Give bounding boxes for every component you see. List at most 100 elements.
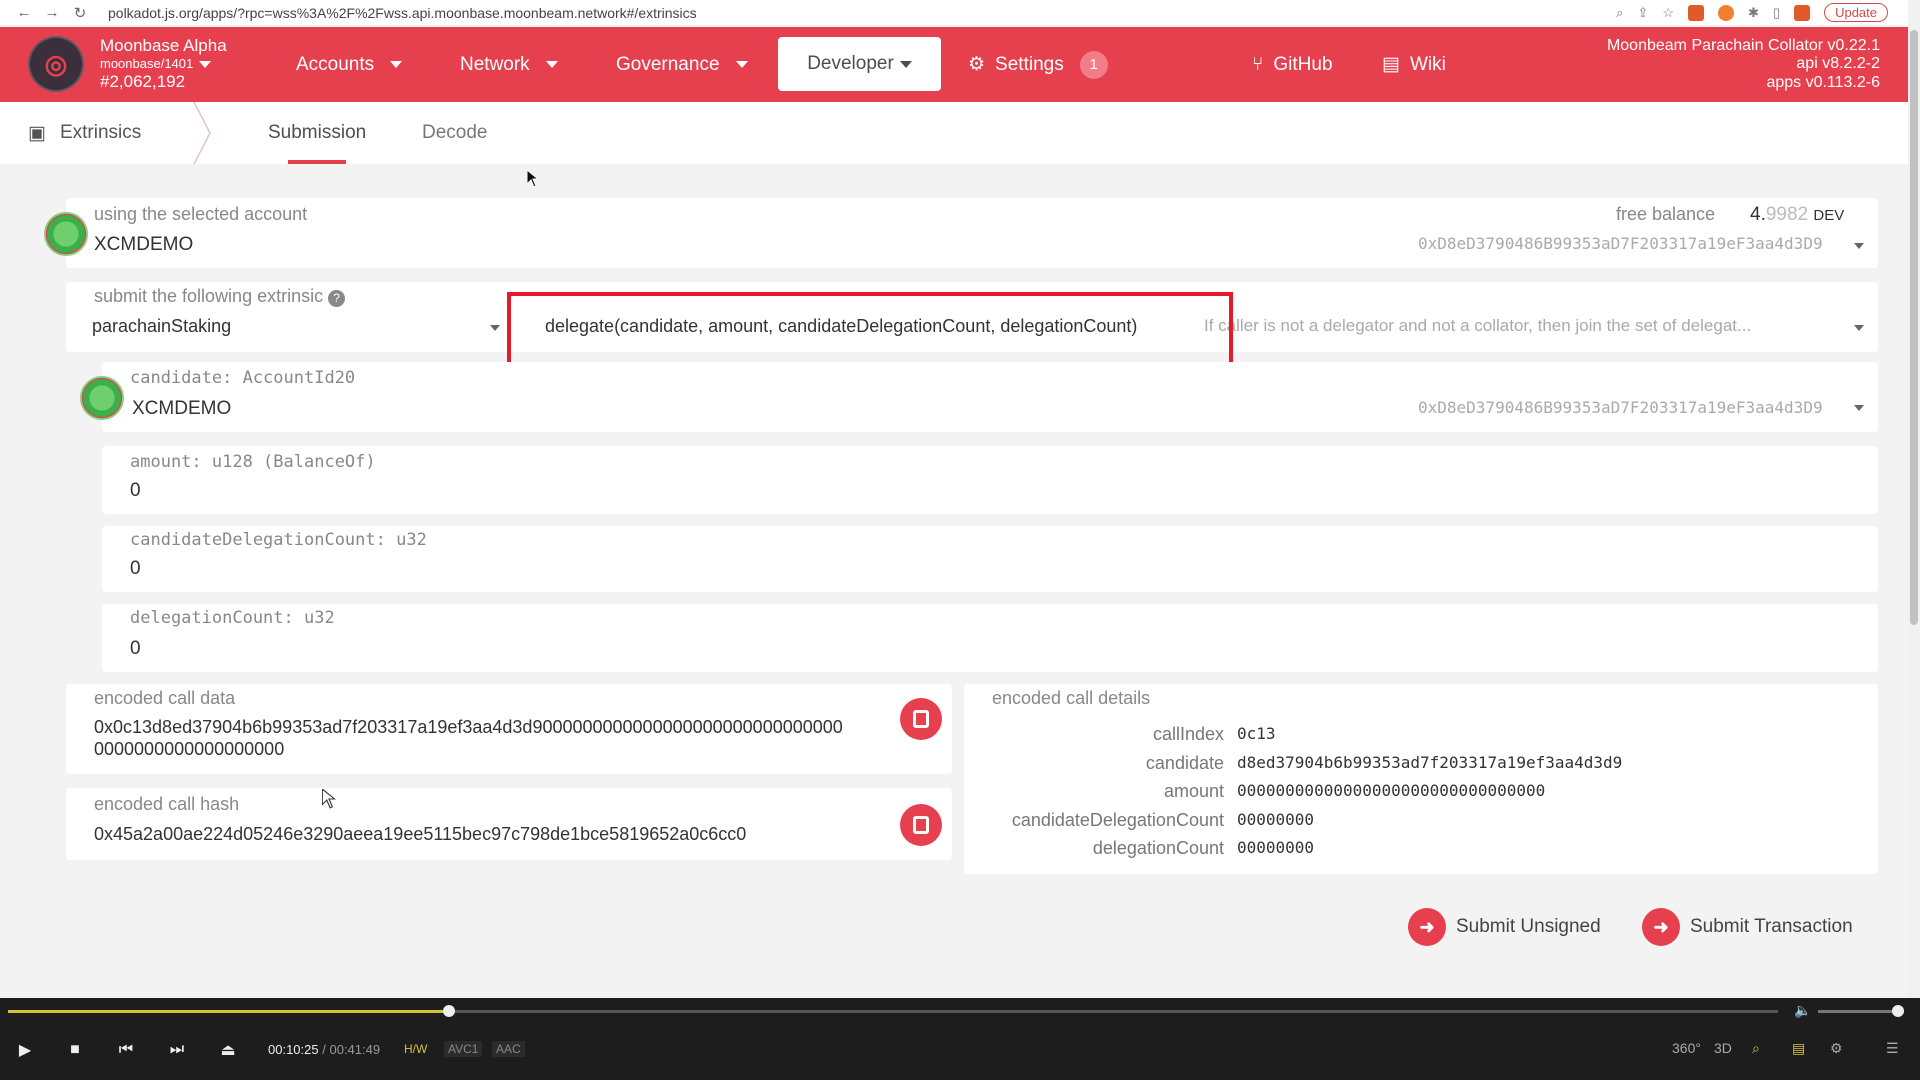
param-candidate-delegation-count[interactable]: candidateDelegationCount: u32 0 [102, 526, 1878, 592]
menu-wiki-label: Wiki [1409, 53, 1446, 75]
update-button[interactable]: Update [1824, 3, 1888, 22]
vr-360-icon[interactable]: 360° [1672, 1040, 1701, 1056]
param-delegation-count[interactable]: delegationCount: u32 0 [102, 604, 1878, 672]
chain-logo[interactable]: ◎ [28, 36, 84, 92]
call-hash-value: 0x45a2a00ae224d05246e3290aeea19ee5115bec… [94, 824, 747, 844]
book-icon: ▤ [1382, 54, 1400, 75]
seek-handle[interactable] [442, 1005, 455, 1017]
menu-network-label: Network [460, 53, 530, 75]
search-subtitle-icon[interactable]: ⌕ [1752, 1040, 1760, 1057]
chevron-down-icon [735, 61, 748, 68]
3d-icon[interactable]: 3D [1714, 1040, 1732, 1056]
page-scrollbar[interactable] [1908, 0, 1920, 998]
cdc-label: candidateDelegationCount: u32 [130, 530, 427, 550]
dc-input[interactable]: 0 [130, 638, 141, 660]
balance-integer: 4. [1750, 204, 1766, 225]
copy-call-data-button[interactable] [900, 698, 942, 740]
stop-icon[interactable]: ■ [60, 1038, 90, 1062]
time-total: 00:41:49 [329, 1042, 381, 1057]
scrollbar-thumb[interactable] [1910, 30, 1918, 625]
chevron-down-icon[interactable] [1854, 405, 1864, 411]
menu-settings-label: Settings [995, 53, 1064, 75]
call-data-line-1: 0x0c13d8ed37904b6b99353ad7f203317a19ef3a… [94, 717, 843, 737]
tab-decode[interactable]: Decode [422, 102, 488, 164]
copy-call-hash-button[interactable] [900, 804, 942, 846]
account-identicon [44, 212, 88, 256]
menu-governance-label: Governance [616, 53, 720, 75]
extrinsics-icon: ▣ [28, 122, 46, 144]
address-bar[interactable]: polkadot.js.org/apps/?rpc=wss%3A%2F%2Fws… [108, 5, 697, 21]
chain-spec: moonbase/1401 [100, 56, 194, 72]
menu-network[interactable]: Network [460, 27, 558, 102]
settings-gear-icon[interactable]: ⚙ [1830, 1040, 1843, 1057]
help-icon[interactable]: ? [328, 290, 346, 307]
sidebar-icon[interactable]: ▯ [1773, 5, 1780, 21]
extrinsic-label-text: submit the following extrinsic [94, 286, 324, 306]
profile-avatar[interactable] [1794, 4, 1811, 21]
param-candidate[interactable]: candidate: AccountId20 XCMDEMO 0xD8eD379… [80, 362, 1878, 432]
seek-progress [8, 1010, 449, 1013]
previous-icon[interactable]: ⏮ [111, 1038, 141, 1062]
amount-label: amount: u128 (BalanceOf) [130, 452, 376, 472]
media-player-bar: 🔈 ▶ ■ ⏮ ⏭ ⏏ 00:10:25 / 00:41:49 H/W AVC1… [0, 998, 1920, 1080]
volume-slider[interactable] [1818, 1005, 1904, 1017]
detail-key: delegationCount [1092, 838, 1224, 858]
menu-settings[interactable]: ⚙ Settings 1 [968, 27, 1108, 102]
sign-in-icon: ➜ [1408, 908, 1446, 946]
share-icon[interactable]: ⇪ [1637, 5, 1648, 21]
chain-selector[interactable]: Moonbase Alpha moonbase/1401 #2,062,192 [100, 36, 227, 92]
reload-icon[interactable]: ↻ [66, 4, 94, 22]
subtitles-icon[interactable]: ▤ [1792, 1040, 1805, 1057]
settings-badge: 1 [1079, 50, 1108, 79]
amount-input[interactable]: 0 [130, 480, 141, 502]
menu-github[interactable]: ⑂ GitHub [1252, 27, 1333, 102]
metamask-extension-icon[interactable] [1688, 4, 1705, 21]
candidate-identicon [80, 376, 124, 420]
mouse-cursor [322, 789, 336, 809]
chevron-down-icon[interactable] [1854, 325, 1864, 331]
menu-governance[interactable]: Governance [616, 27, 748, 102]
candidate-name: XCMDEMO [132, 398, 232, 419]
submit-transaction-button[interactable]: ➜ Submit Transaction [1642, 908, 1853, 946]
volume-icon[interactable]: 🔈 [1794, 1002, 1811, 1019]
menu-developer[interactable]: Developer [778, 37, 941, 91]
extrinsic-selector-card: submit the following extrinsic ? paracha… [66, 282, 1878, 352]
free-balance-label: free balance [1616, 204, 1716, 224]
submit-unsigned-button[interactable]: ➜ Submit Unsigned [1408, 908, 1601, 946]
forward-icon[interactable]: → [38, 4, 66, 21]
back-icon[interactable]: ← [10, 4, 38, 21]
play-icon[interactable]: ▶ [10, 1038, 40, 1062]
volume-handle[interactable] [1892, 1005, 1904, 1017]
detail-value: 00000000000000000000000000000000 [1237, 781, 1546, 800]
tab-submission[interactable]: Submission [268, 102, 366, 164]
next-icon[interactable]: ⏭ [162, 1038, 192, 1062]
bookmark-star-icon[interactable]: ☆ [1662, 5, 1674, 21]
detail-value: d8ed37904b6b99353ad7f203317a19ef3aa4d3d9 [1237, 752, 1623, 772]
menu-wiki[interactable]: ▤ Wiki [1382, 27, 1446, 102]
best-block: #2,062,192 [100, 71, 186, 91]
chevron-down-icon[interactable] [1854, 243, 1864, 249]
call-select[interactable]: delegate(candidate, amount, candidateDel… [545, 316, 1137, 337]
call-details-label: encoded call details [992, 688, 1151, 708]
param-amount[interactable]: amount: u128 (BalanceOf) 0 [102, 446, 1878, 514]
cdc-input[interactable]: 0 [130, 558, 141, 580]
extension-icon[interactable] [1718, 4, 1735, 21]
pallet-select[interactable]: parachainStaking [92, 316, 231, 337]
playlist-menu-icon[interactable]: ☰ [1886, 1040, 1899, 1057]
menu-accounts[interactable]: Accounts [296, 27, 403, 102]
seek-bar[interactable] [8, 1005, 1778, 1017]
zoom-icon[interactable]: ⌕ [1616, 5, 1623, 21]
browser-toolbar: ← → ↻ polkadot.js.org/apps/?rpc=wss%3A%2… [0, 0, 1908, 25]
selected-account-card[interactable]: using the selected account XCMDEMO free … [44, 198, 1878, 268]
chevron-down-icon[interactable] [490, 325, 500, 331]
puzzle-extensions-icon[interactable]: ✱ [1748, 5, 1759, 21]
chevron-down-icon [390, 61, 403, 68]
active-tab-indicator [288, 160, 346, 164]
dc-label: delegationCount: u32 [130, 608, 335, 628]
candidate-label: candidate: AccountId20 [130, 368, 356, 388]
eject-icon[interactable]: ⏏ [213, 1038, 243, 1062]
chevron-down-icon [545, 61, 558, 68]
browser-extensions: ⌕ ⇪ ☆ ✱ ▯ Update [1616, 0, 1888, 25]
chevron-down-icon [199, 61, 212, 69]
breadcrumb-separator [193, 102, 211, 164]
